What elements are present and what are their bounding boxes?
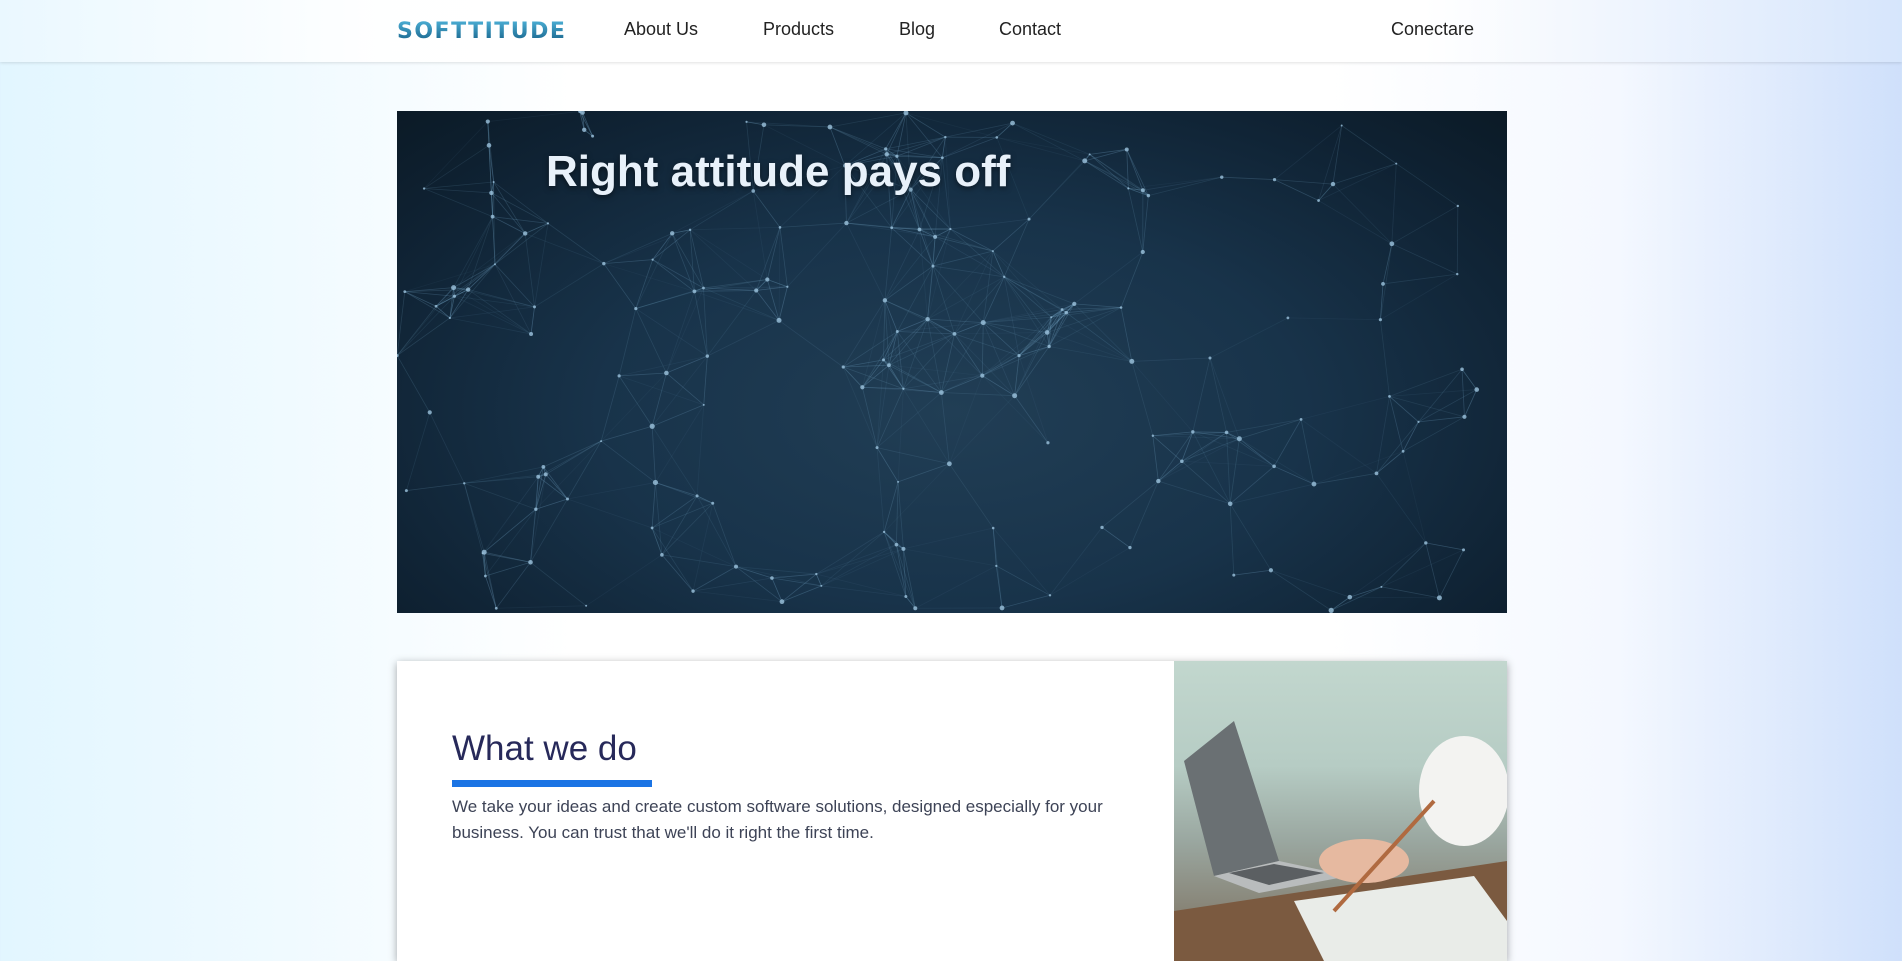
photo-illustration [1174, 661, 1507, 961]
title-underline [452, 780, 652, 787]
hero-banner: Right attitude pays off [397, 111, 1507, 613]
logo-text: SOFTTITUDE [397, 19, 566, 44]
nav-blog[interactable]: Blog [899, 19, 935, 40]
nav-contact[interactable]: Contact [999, 19, 1061, 40]
login-link[interactable]: Conectare [1391, 19, 1474, 40]
nav-about-us[interactable]: About Us [624, 19, 698, 40]
section-title: What we do [452, 729, 637, 769]
laptop-notes-photo [1174, 661, 1507, 961]
nav-products[interactable]: Products [763, 19, 834, 40]
section-description: We take your ideas and create custom sof… [452, 794, 1122, 846]
what-we-do-section: What we do We take your ideas and create… [397, 661, 1507, 961]
softtitude-logo[interactable]: SOFTTITUDE [397, 18, 579, 44]
hero-title: Right attitude pays off [546, 147, 1010, 197]
top-navigation-bar: SOFTTITUDE About Us Products Blog Contac… [0, 0, 1902, 62]
